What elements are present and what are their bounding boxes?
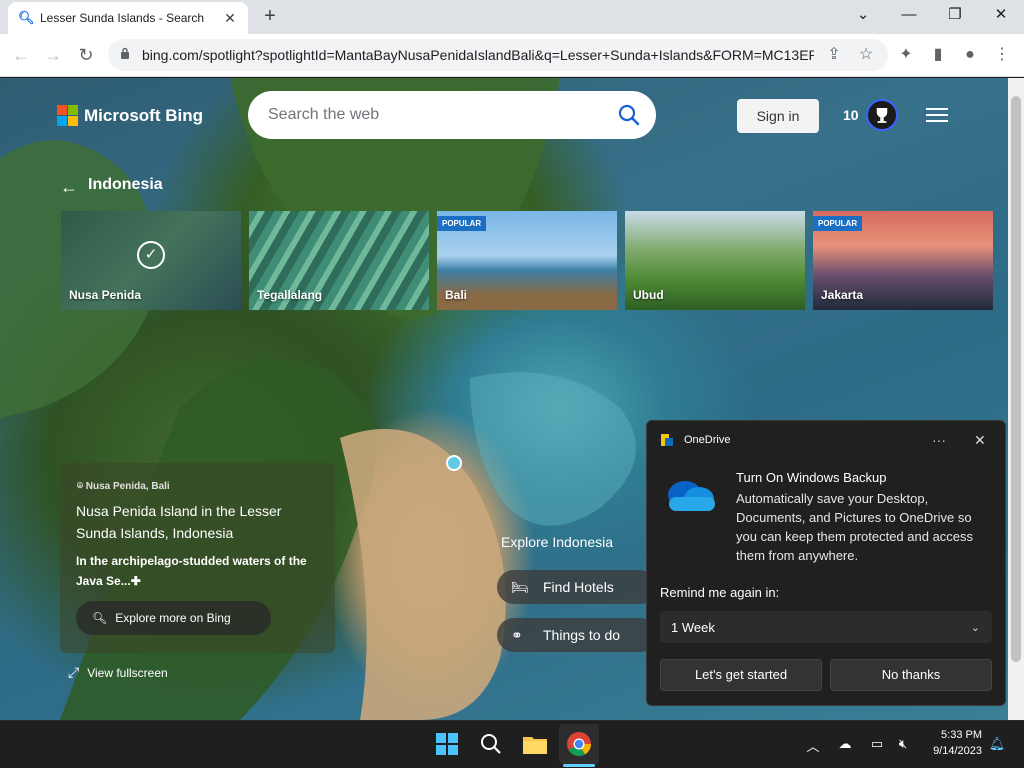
notification-bell-icon[interactable]: 🔔︎ xyxy=(988,736,1006,752)
show-hidden-icons-chevron-icon[interactable]: ︿ xyxy=(804,736,822,755)
close-icon[interactable]: ✕ xyxy=(974,432,986,449)
close-window-icon[interactable]: ✕ xyxy=(978,0,1024,30)
binoculars-icon: ⚭ xyxy=(511,626,523,643)
back-icon[interactable]: ← xyxy=(8,42,34,68)
bing-search-favicon-icon: 🔍︎ xyxy=(18,10,35,25)
url-text[interactable]: bing.com/spotlight?spotlightId=MantaBayN… xyxy=(142,47,814,63)
clock-time[interactable]: 5:33 PM xyxy=(926,729,982,741)
carousel-card-label: Ubud xyxy=(633,288,664,302)
tab-title: Lesser Sunda Islands - Search xyxy=(40,11,205,25)
volume-muted-icon[interactable]: 🔇︎ xyxy=(894,736,912,752)
carousel-card-jakarta[interactable]: POPULAR Jakarta xyxy=(813,211,993,310)
chrome-icon xyxy=(567,732,591,757)
tab-search-chevron-icon[interactable]: ⌄ xyxy=(840,0,886,30)
bookmark-star-icon[interactable]: ☆ xyxy=(854,43,878,67)
side-panel-icon[interactable]: ▮ xyxy=(926,43,950,67)
popular-badge: POPULAR xyxy=(437,216,487,231)
active-app-indicator xyxy=(563,764,595,767)
file-explorer-button[interactable] xyxy=(515,724,555,764)
search-input[interactable] xyxy=(268,104,608,126)
more-options-icon[interactable]: ··· xyxy=(932,432,946,448)
rewards-trophy-icon[interactable] xyxy=(866,99,898,131)
network-icon[interactable]: ▭ xyxy=(868,736,886,752)
no-thanks-button[interactable]: No thanks xyxy=(830,659,992,691)
reload-icon[interactable]: ↻ xyxy=(73,42,99,68)
location-text: Nusa Penida, Bali xyxy=(85,481,170,492)
sign-in-button[interactable]: Sign in xyxy=(737,99,819,133)
search-icon xyxy=(481,734,501,754)
restore-icon[interactable]: ❐ xyxy=(932,0,978,30)
bing-logo[interactable]: Microsoft Bing xyxy=(57,105,203,126)
forward-icon[interactable]: → xyxy=(40,42,66,68)
spotlight-description[interactable]: In the archipelago-studded waters of the… xyxy=(76,551,321,591)
notification-body: Automatically save your Desktop, Documen… xyxy=(736,491,974,563)
expand-arrows-icon: ⤢ xyxy=(68,664,80,680)
bed-icon: 🛏︎ xyxy=(511,578,529,595)
location-pin-icon: ⌾ xyxy=(77,481,83,492)
carousel-card-nusa-penida[interactable]: ✓ Nusa Penida xyxy=(61,211,241,310)
carousel-card-ubud[interactable]: Ubud xyxy=(625,211,805,310)
share-icon[interactable]: ⇪ xyxy=(822,43,846,67)
find-hotels-button[interactable]: 🛏︎ Find Hotels xyxy=(497,570,657,604)
description-text: In the archipelago-studded waters of the… xyxy=(76,554,307,588)
tab-close-icon[interactable]: ✕ xyxy=(222,10,238,27)
page-scrollbar-thumb[interactable] xyxy=(1011,96,1021,662)
remind-interval-select[interactable]: 1 Week ⌄ xyxy=(660,611,992,643)
get-started-button[interactable]: Let's get started xyxy=(660,659,822,691)
map-location-dot[interactable] xyxy=(446,455,462,471)
minimize-icon[interactable]: — xyxy=(886,0,932,30)
explore-more-label: Explore more on Bing xyxy=(115,611,231,625)
carousel-card-bali[interactable]: POPULAR Bali xyxy=(437,211,617,310)
profile-avatar-icon[interactable]: ● xyxy=(958,43,982,67)
view-fullscreen-link[interactable]: ⤢ View fullscreen xyxy=(68,664,168,681)
onedrive-cloud-icon xyxy=(668,481,715,511)
explore-indonesia-heading: Explore Indonesia xyxy=(501,534,614,550)
browser-tab[interactable]: 🔍︎ Lesser Sunda Islands - Search ✕ xyxy=(8,2,248,34)
carousel-card-label: Bali xyxy=(445,288,468,302)
location-line: ⌾ Nusa Penida, Bali xyxy=(77,481,170,492)
remind-label: Remind me again in: xyxy=(660,585,780,600)
search-icon: 🔍︎ xyxy=(92,611,108,625)
popular-badge: POPULAR xyxy=(813,216,863,231)
logo-text: Microsoft Bing xyxy=(84,105,203,125)
view-fullscreen-label: View fullscreen xyxy=(87,665,168,680)
breadcrumb-indonesia[interactable]: Indonesia xyxy=(88,176,163,194)
onedrive-tray-icon[interactable]: ☁ xyxy=(836,736,854,752)
windows-logo-icon xyxy=(436,733,458,755)
things-to-do-label: Things to do xyxy=(543,627,621,643)
folder-icon xyxy=(523,737,547,754)
carousel-card-label: Tegallalang xyxy=(257,288,323,302)
find-hotels-label: Find Hotels xyxy=(543,579,614,595)
notification-app-name: OneDrive xyxy=(684,434,731,446)
search-icon[interactable] xyxy=(618,104,640,126)
extensions-icon[interactable]: ✦ xyxy=(894,43,918,67)
start-button[interactable] xyxy=(427,724,467,764)
onedrive-app-icon xyxy=(661,434,673,446)
carousel-card-label: Jakarta xyxy=(821,288,864,302)
notification-heading: Turn On Windows Backup xyxy=(736,470,887,485)
rewards-count[interactable]: 10 xyxy=(843,107,859,123)
clock-date[interactable]: 9/14/2023 xyxy=(918,745,982,757)
carousel-card-tegallalang[interactable]: Tegallalang xyxy=(249,211,429,310)
taskbar-search-button[interactable] xyxy=(471,724,511,764)
hamburger-menu-icon[interactable] xyxy=(926,107,948,123)
browser-menu-icon[interactable]: ⋮ xyxy=(990,43,1014,67)
carousel-card-label: Nusa Penida xyxy=(69,288,142,302)
new-tab-icon[interactable]: + xyxy=(258,4,282,28)
spotlight-title[interactable]: Nusa Penida Island in the Lesser Sunda I… xyxy=(76,500,316,544)
things-to-do-button[interactable]: ⚭ Things to do xyxy=(497,618,657,652)
expand-plus-icon[interactable]: ✚ xyxy=(131,574,141,588)
back-arrow-icon[interactable]: ← xyxy=(60,177,78,198)
selected-check-icon: ✓ xyxy=(137,241,165,269)
explore-more-button[interactable]: 🔍︎ Explore more on Bing xyxy=(76,601,271,635)
lock-icon[interactable] xyxy=(120,47,130,59)
microsoft-logo-icon xyxy=(57,105,78,126)
chevron-down-icon: ⌄ xyxy=(970,621,980,634)
remind-interval-value: 1 Week xyxy=(671,619,715,635)
chrome-taskbar-button[interactable] xyxy=(559,724,599,764)
